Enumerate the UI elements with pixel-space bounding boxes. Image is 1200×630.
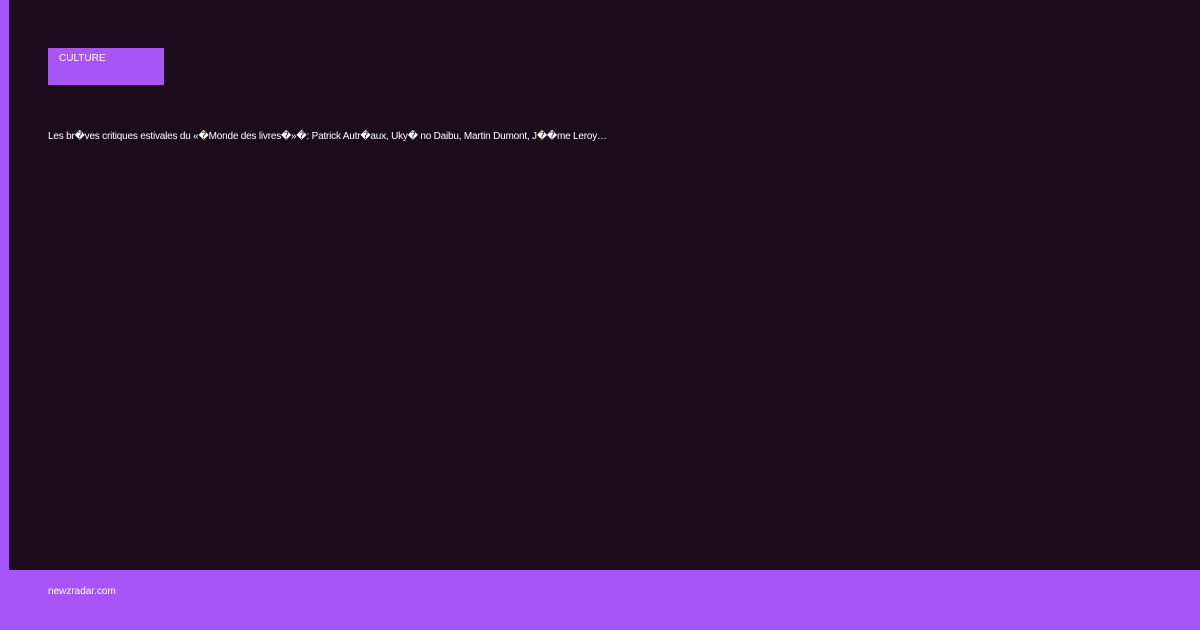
article-headline: Les br�ves critiques estivales du «�Mond… — [48, 131, 607, 142]
category-label: CULTURE — [59, 53, 106, 64]
category-badge: CULTURE — [48, 48, 164, 85]
accent-side-bar — [0, 0, 9, 630]
footer-bar: newzradar.com — [0, 570, 1200, 630]
site-domain: newzradar.com — [48, 586, 116, 597]
share-card: CULTURE Les br�ves critiques estivales d… — [0, 0, 1200, 630]
